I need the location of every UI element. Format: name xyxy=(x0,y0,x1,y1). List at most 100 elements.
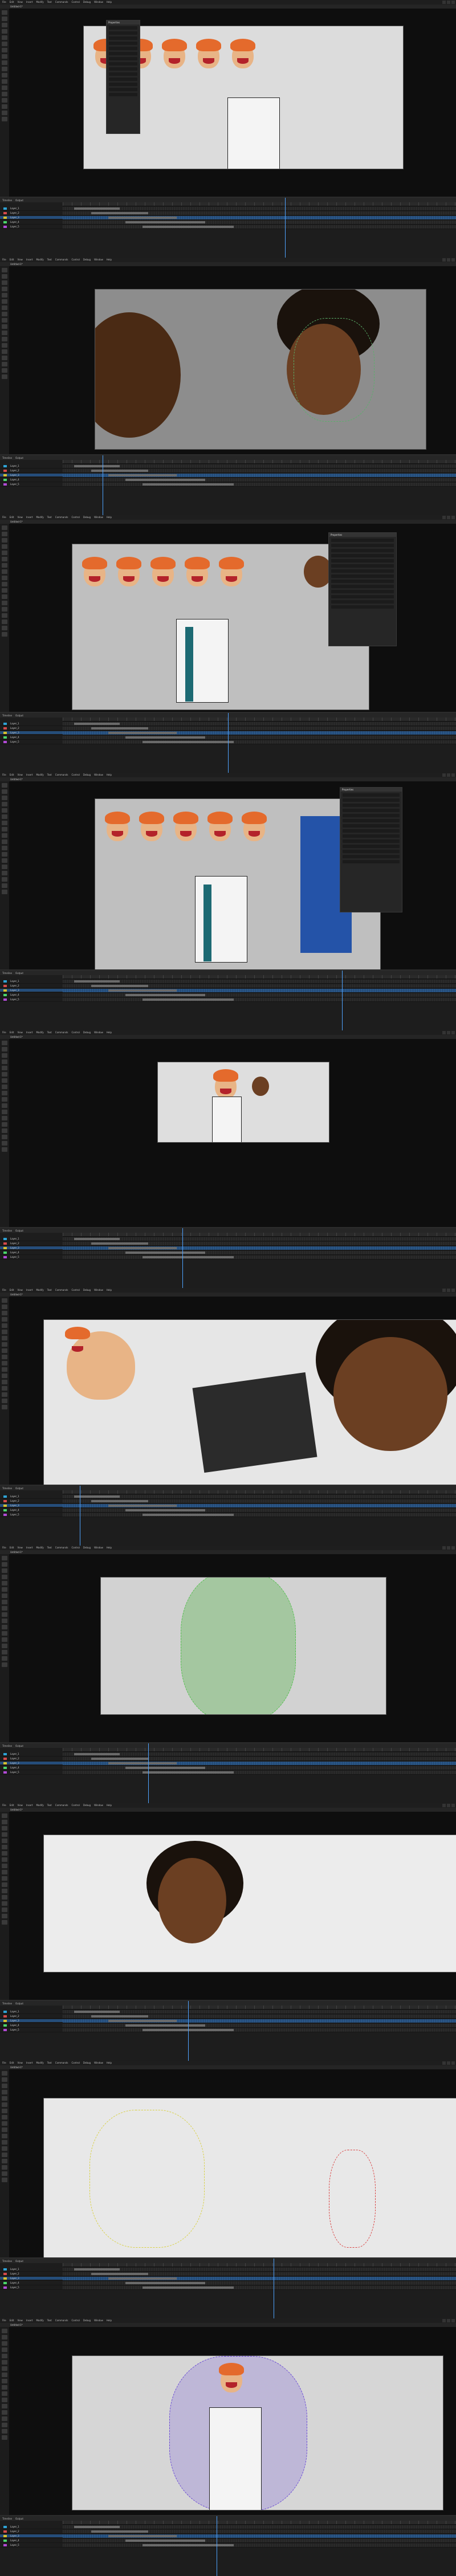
doc-tab[interactable]: Untitled-1* xyxy=(10,520,23,523)
maximize-button[interactable] xyxy=(447,1031,450,1034)
keyframe-span[interactable] xyxy=(91,2530,148,2533)
keyframe-span[interactable] xyxy=(108,2019,177,2022)
tool-icon[interactable] xyxy=(2,2373,7,2377)
layer-name[interactable]: Layer_3 xyxy=(0,2019,63,2022)
panel-field[interactable] xyxy=(331,544,394,547)
tool-icon[interactable] xyxy=(2,1323,7,1328)
panel-field[interactable] xyxy=(343,798,400,802)
tab-timeline[interactable]: Timeline xyxy=(2,972,12,975)
layer-name[interactable]: Layer_2 xyxy=(0,2272,63,2275)
tool-icon[interactable] xyxy=(2,1631,7,1636)
layer-name[interactable]: Layer_2 xyxy=(0,984,63,987)
layer-frames[interactable] xyxy=(63,1494,456,1498)
tool-icon[interactable] xyxy=(2,1895,7,1900)
layer-frames[interactable] xyxy=(63,1752,456,1756)
tab-output[interactable]: Output xyxy=(15,714,23,717)
menu-item-modify[interactable]: Modify xyxy=(36,1803,43,1808)
layer-row[interactable]: Layer_3 xyxy=(0,2276,456,2281)
menu-item-view[interactable]: View xyxy=(17,1030,23,1035)
layer-row[interactable]: Layer_4 xyxy=(0,1508,456,1513)
layer-frames[interactable] xyxy=(63,735,456,739)
layer-frames[interactable] xyxy=(63,1499,456,1503)
keyframe-span[interactable] xyxy=(125,1766,205,1769)
panel-field[interactable] xyxy=(109,36,137,40)
tool-icon[interactable] xyxy=(2,1348,7,1353)
tool-icon[interactable] xyxy=(2,343,7,348)
tool-icon[interactable] xyxy=(2,1870,7,1874)
menu-item-text[interactable]: Text xyxy=(47,515,52,520)
panel-field[interactable] xyxy=(343,824,400,828)
tool-icon[interactable] xyxy=(2,1864,7,1868)
layer-row[interactable]: Layer_2 xyxy=(0,984,456,988)
menu-item-file[interactable]: File xyxy=(2,1803,6,1808)
menu-item-debug[interactable]: Debug xyxy=(83,773,91,777)
menu-item-control[interactable]: Control xyxy=(71,1803,79,1808)
panel-field[interactable] xyxy=(331,564,394,568)
doc-tab[interactable]: Untitled-1* xyxy=(10,1293,23,1296)
layer-row[interactable]: Layer_5 xyxy=(0,2543,456,2548)
doc-tab[interactable]: Untitled-1* xyxy=(10,778,23,781)
tool-icon[interactable] xyxy=(2,2146,7,2151)
menu-item-control[interactable]: Control xyxy=(71,773,79,777)
layer-name[interactable]: Layer_5 xyxy=(0,225,63,228)
tool-icon[interactable] xyxy=(2,1380,7,1384)
layer-frames[interactable] xyxy=(63,1513,456,1517)
frame-ruler[interactable] xyxy=(63,460,456,464)
menu-item-help[interactable]: Help xyxy=(107,1288,112,1293)
tool-icon[interactable] xyxy=(2,60,7,65)
menu-item-modify[interactable]: Modify xyxy=(36,1288,43,1293)
tool-icon[interactable] xyxy=(2,1568,7,1573)
tool-icon[interactable] xyxy=(2,576,7,580)
layer-row[interactable]: Layer_2 xyxy=(0,1756,456,1761)
tool-icon[interactable] xyxy=(2,2084,7,2088)
layer-row[interactable]: Layer_5 xyxy=(0,2028,456,2032)
keyframe-span[interactable] xyxy=(125,478,205,481)
menu-item-window[interactable]: Window xyxy=(94,1546,103,1550)
close-button[interactable] xyxy=(451,1031,455,1034)
menu-item-text[interactable]: Text xyxy=(47,258,52,262)
close-button[interactable] xyxy=(451,1289,455,1292)
tool-icon[interactable] xyxy=(2,2140,7,2145)
tab-output[interactable]: Output xyxy=(15,1487,23,1490)
tool-icon[interactable] xyxy=(2,337,7,341)
layer-row[interactable]: Layer_5 xyxy=(0,1513,456,1517)
maximize-button[interactable] xyxy=(447,2061,450,2065)
tool-icon[interactable] xyxy=(2,1298,7,1303)
doc-tab[interactable]: Untitled-1* xyxy=(10,1551,23,1554)
layer-frames[interactable] xyxy=(63,2267,456,2271)
doc-tab[interactable]: Untitled-1* xyxy=(10,1036,23,1038)
doc-tab[interactable]: Untitled-1* xyxy=(10,1808,23,1811)
keyframe-span[interactable] xyxy=(125,221,205,223)
layer-frames[interactable] xyxy=(63,1761,456,1765)
minimize-button[interactable] xyxy=(442,258,446,262)
menu-item-view[interactable]: View xyxy=(17,1546,23,1550)
tool-icon[interactable] xyxy=(2,783,7,788)
layer-frames[interactable] xyxy=(63,997,456,1001)
tool-icon[interactable] xyxy=(2,1078,7,1083)
canvas[interactable] xyxy=(72,544,369,710)
tool-icon[interactable] xyxy=(2,2423,7,2427)
tool-icon[interactable] xyxy=(2,2109,7,2113)
tool-icon[interactable] xyxy=(2,1625,7,1629)
tool-icon[interactable] xyxy=(2,1392,7,1397)
tool-icon[interactable] xyxy=(2,1826,7,1831)
canvas[interactable] xyxy=(43,1835,456,1972)
playhead[interactable] xyxy=(228,713,229,773)
tool-icon[interactable] xyxy=(2,2102,7,2107)
minimize-button[interactable] xyxy=(442,516,446,519)
menu-item-help[interactable]: Help xyxy=(107,2318,112,2323)
tool-icon[interactable] xyxy=(2,607,7,612)
tool-icon[interactable] xyxy=(2,2121,7,2126)
canvas[interactable] xyxy=(95,798,381,971)
frame-ruler[interactable] xyxy=(63,1233,456,1237)
layer-name[interactable]: Layer_4 xyxy=(0,1509,63,1511)
tab-output[interactable]: Output xyxy=(15,2002,23,2005)
tool-icon[interactable] xyxy=(2,98,7,103)
layer-frames[interactable] xyxy=(63,2285,456,2289)
tool-icon[interactable] xyxy=(2,1141,7,1146)
maximize-button[interactable] xyxy=(447,516,450,519)
tab-timeline[interactable]: Timeline xyxy=(2,1744,12,1747)
tool-icon[interactable] xyxy=(2,1047,7,1051)
menu-item-insert[interactable]: Insert xyxy=(26,515,32,520)
tool-icon[interactable] xyxy=(2,1644,7,1648)
